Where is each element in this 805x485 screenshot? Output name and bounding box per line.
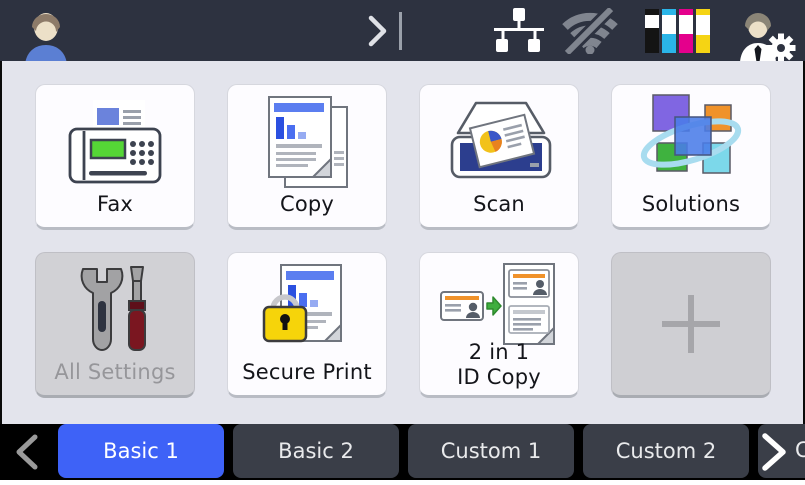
copy-icon [263,95,351,191]
tile-copy[interactable]: Copy [227,84,387,230]
ink-cartridge-magenta [679,9,693,53]
user-login-button[interactable] [12,0,80,61]
tile-label: Scan [420,192,578,216]
plus-icon [660,293,722,355]
ink-cartridge-cyan [662,9,676,53]
wifi-off-icon [560,8,620,54]
solutions-icon [639,93,743,187]
wired-network-status-button[interactable] [492,0,546,61]
home-tab-bar: Basic 1 Basic 2 Custom 1 Custom 2 C [0,424,805,480]
tile-solutions[interactable]: Solutions [611,84,771,230]
printer-touchscreen: Fax [0,0,805,485]
expand-chevron-icon [366,12,390,50]
shortcuts-expand-control[interactable] [366,0,402,61]
next-tabs-button[interactable] [757,433,791,475]
tile-add-shortcut[interactable] [611,252,771,398]
scan-icon [444,99,554,187]
tile-fax[interactable]: Fax [35,84,195,230]
next-chevron-icon [757,433,791,471]
tile-secure-print[interactable]: Secure Print [227,252,387,398]
tile-label: Copy [228,192,386,216]
tab-basic-2[interactable]: Basic 2 [233,424,399,478]
tile-label: Solutions [612,192,770,216]
tab-custom-2[interactable]: Custom 2 [583,424,749,478]
prev-chevron-icon [12,434,42,470]
id-copy-icon [440,262,558,348]
tile-label: Fax [36,192,194,216]
admin-user-gear-icon [734,8,796,62]
wifi-status-button[interactable] [560,0,620,61]
tile-label: All Settings [36,360,194,384]
top-status-bar [0,0,805,61]
admin-settings-button[interactable] [734,0,796,61]
tab-basic-1[interactable]: Basic 1 [58,424,224,478]
tab-list: Basic 1 Basic 2 Custom 1 Custom 2 [58,424,749,478]
bottom-bezel-strip [0,480,805,485]
secure-print-lock-icon [259,263,355,357]
home-shortcut-grid: Fax [0,61,805,424]
tile-all-settings[interactable]: All Settings [35,252,195,398]
fax-icon [65,98,165,186]
tile-label: 2 in 1 ID Copy [420,340,578,390]
divider [399,12,402,50]
ink-cartridge-yellow [696,9,710,53]
tile-2in1-id-copy[interactable]: 2 in 1 ID Copy [419,252,579,398]
ink-cartridge-black [645,9,659,53]
tile-scan[interactable]: Scan [419,84,579,230]
prev-tabs-button[interactable] [12,434,42,474]
wired-network-icon [492,8,546,54]
tools-icon [73,265,157,355]
gear-icon [767,33,796,61]
tile-label: Secure Print [228,360,386,384]
ink-toner-levels-button[interactable] [645,0,710,61]
user-avatar-icon [12,7,80,62]
tab-custom-1[interactable]: Custom 1 [408,424,574,478]
